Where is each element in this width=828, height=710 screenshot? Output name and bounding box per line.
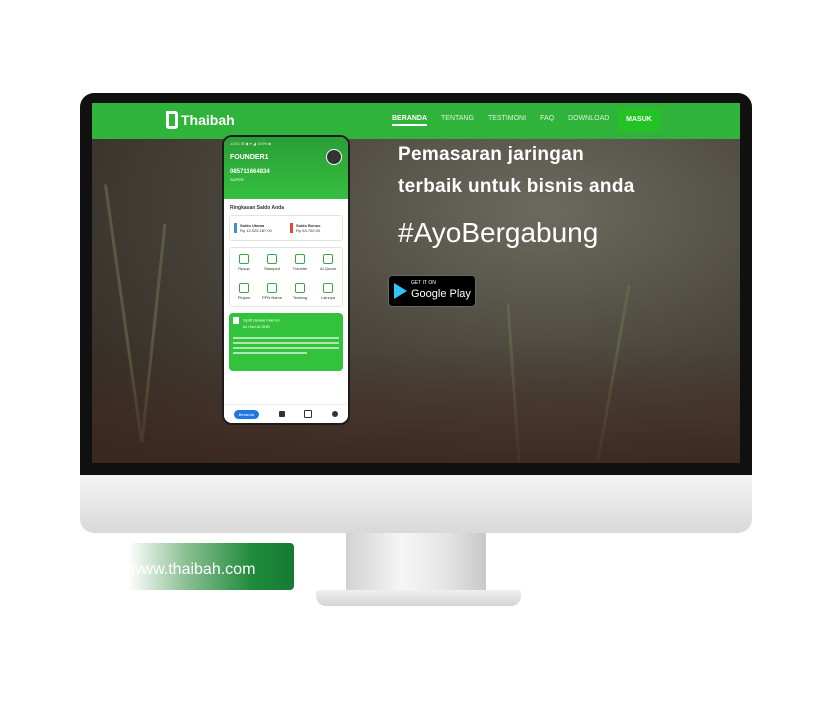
menu-label: PPN Name — [261, 295, 282, 300]
bonus-balance: Saldo Bonus Rp 64.700,00 — [286, 216, 342, 240]
menu-icon — [239, 254, 249, 264]
hero-line-2: terbaik untuk bisnis anda — [398, 176, 635, 197]
monitor-chin — [80, 475, 752, 533]
logo[interactable]: Thaibah — [166, 111, 235, 129]
phone-mockup: 12:51 ⊞ ◆ ▾ ◢ 100% ■ FOUNDER1 0857116648… — [224, 137, 348, 423]
main-balance-value: Rp 12.025.187,00 — [240, 228, 272, 233]
user-phone: 085711664834 — [230, 169, 270, 175]
monitor-bezel: Thaibah BERANDA TENTANG TESTIMONI FAQ DO… — [80, 93, 752, 475]
menu-label: Al-Quran — [319, 266, 336, 271]
menu-item[interactable]: Stamped — [258, 248, 286, 277]
grass-overlay — [92, 343, 740, 463]
website-url[interactable]: www.thaibah.com — [130, 561, 255, 579]
menu-label: Pinjam — [237, 295, 251, 300]
nav-menu: BERANDA TENTANG TESTIMONI FAQ DOWNLOAD — [392, 115, 609, 126]
book-icon — [233, 317, 239, 324]
daily-spirit-card[interactable]: Spirit dahaan hari ini Ini Hari ALSHD — [229, 313, 343, 371]
menu-item[interactable]: Pinjam — [230, 277, 258, 306]
text-line — [233, 347, 339, 349]
menu-label: Stamped — [263, 266, 280, 271]
hero-text: Pemasaran jaringan terbaik untuk bisnis … — [398, 139, 635, 249]
user-level: SUPER — [230, 177, 244, 182]
text-line — [233, 337, 339, 339]
balance-card: Saldo Utama Rp 12.025.187,00 Saldo Bonus… — [229, 215, 343, 241]
avatar — [326, 149, 342, 165]
feature-menu-grid: Rpsup Stamped Transfer Al-Quran Pinjam P… — [229, 247, 343, 307]
nav-item-faq[interactable]: FAQ — [540, 115, 554, 126]
google-play-button[interactable]: GET IT ON Google Play — [388, 275, 476, 307]
text-line — [233, 352, 308, 354]
nav-item-download[interactable]: DOWNLOAD — [568, 115, 609, 126]
text-line — [233, 342, 339, 344]
logo-icon — [166, 111, 178, 129]
phone-bottom-nav: Beranda — [224, 404, 348, 423]
wallet-icon — [290, 223, 293, 233]
nav-item-tentang[interactable]: TENTANG — [441, 115, 474, 126]
google-play-text: Google Play — [411, 288, 471, 300]
menu-icon — [267, 283, 277, 293]
menu-item[interactable]: Transfer — [286, 248, 314, 277]
menu-icon — [323, 254, 333, 264]
play-store-icon — [394, 283, 407, 299]
bonus-balance-value: Rp 64.700,00 — [296, 228, 321, 233]
menu-label: Transfer — [292, 266, 308, 271]
main-balance: Saldo Utama Rp 12.025.187,00 — [230, 216, 286, 240]
login-button[interactable]: MASUK — [618, 109, 660, 131]
menu-icon — [323, 283, 333, 293]
menu-item[interactable]: Al-Quran — [314, 248, 342, 277]
menu-icon — [295, 254, 305, 264]
card-title: Spirit dahaan hari ini — [243, 317, 280, 323]
phone-header: 12:51 ⊞ ◆ ▾ ◢ 100% ■ FOUNDER1 0857116648… — [224, 137, 348, 199]
menu-label: Rpsup — [238, 266, 250, 271]
bookmark-icon[interactable] — [304, 410, 313, 418]
website-screen: Thaibah BERANDA TENTANG TESTIMONI FAQ DO… — [92, 103, 740, 463]
menu-item[interactable]: PPN Name — [258, 277, 286, 306]
menu-icon — [239, 283, 249, 293]
menu-label: Tentang — [292, 295, 308, 300]
logo-text: Thaibah — [181, 112, 235, 128]
menu-item[interactable]: Tentang — [286, 277, 314, 306]
hashtag: #AyoBergabung — [398, 217, 599, 248]
shop-icon[interactable] — [278, 411, 285, 417]
google-play-small-text: GET IT ON — [411, 280, 436, 286]
nav-item-beranda[interactable]: BERANDA — [392, 115, 427, 126]
monitor-stand-neck — [346, 533, 486, 593]
menu-item[interactable]: Lainnya — [314, 277, 342, 306]
menu-icon — [295, 283, 305, 293]
hero-line-1: Pemasaran jaringan — [398, 144, 584, 165]
home-tab[interactable]: Beranda — [233, 409, 259, 419]
profile-icon[interactable] — [332, 411, 339, 417]
nav-item-testimoni[interactable]: TESTIMONI — [488, 115, 526, 126]
monitor: Thaibah BERANDA TENTANG TESTIMONI FAQ DO… — [80, 93, 752, 533]
balance-section-title: Ringkasan Saldo Anda — [230, 205, 284, 211]
phone-status-bar: 12:51 ⊞ ◆ ▾ ◢ 100% ■ — [230, 141, 271, 146]
monitor-stand-base — [316, 590, 521, 606]
menu-label: Lainnya — [320, 295, 335, 300]
menu-item[interactable]: Rpsup — [230, 248, 258, 277]
top-navbar: Thaibah BERANDA TENTANG TESTIMONI FAQ DO… — [92, 103, 740, 139]
menu-icon — [267, 254, 277, 264]
wallet-icon — [234, 223, 237, 233]
card-subtitle: Ini Hari ALSHD — [243, 324, 270, 329]
